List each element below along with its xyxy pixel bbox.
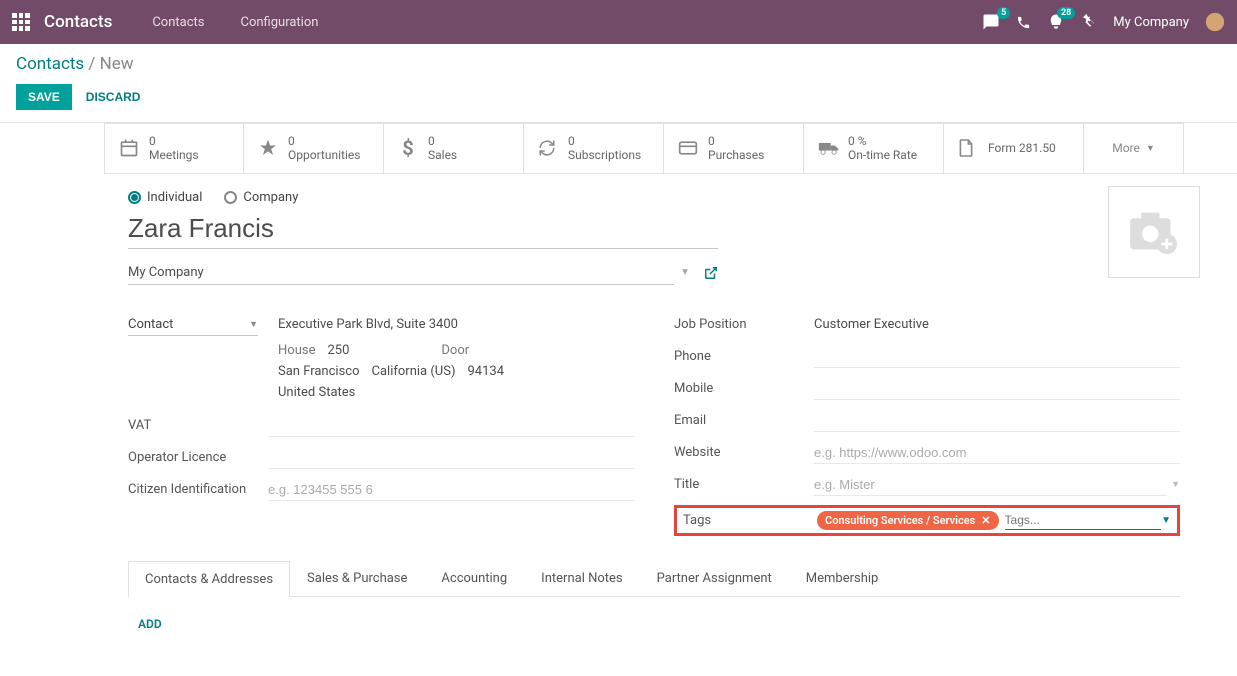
operator-input[interactable] [268,447,634,469]
tags-input[interactable] [1005,511,1162,530]
messaging-icon[interactable]: 5 [982,13,1000,31]
phone-icon[interactable] [1016,15,1031,30]
stat-subscriptions[interactable]: 0Subscriptions [524,123,664,173]
tag-remove-icon[interactable]: ✕ [981,514,990,527]
activities-badge: 28 [1057,7,1075,19]
house-value[interactable]: 250 [327,343,349,358]
website-input[interactable] [814,442,1180,464]
email-input[interactable] [814,410,1180,432]
street-value[interactable]: Executive Park Blvd, Suite 3400 [278,317,634,332]
country-value[interactable]: United States [278,385,355,400]
chevron-down-icon[interactable]: ▼ [1161,515,1171,526]
messaging-badge: 5 [997,7,1010,19]
zip-value[interactable]: 94134 [467,364,504,379]
external-link-icon[interactable] [704,266,718,280]
breadcrumb-current: New [100,54,134,74]
radio-company[interactable]: Company [224,190,298,205]
phone-label: Phone [674,349,814,364]
vat-input[interactable] [268,415,634,437]
calendar-icon [119,138,139,158]
tab-sales-purchase[interactable]: Sales & Purchase [290,560,424,596]
vat-label: VAT [128,418,268,433]
title-input[interactable] [814,474,1167,496]
tabs: Contacts & Addresses Sales & Purchase Ac… [128,560,1180,597]
tab-internal-notes[interactable]: Internal Notes [524,560,639,596]
stat-meetings[interactable]: 0Meetings [104,123,244,173]
settings-icon[interactable] [1081,14,1097,30]
stat-purchases[interactable]: 0Purchases [664,123,804,173]
form-sheet: Individual Company My Company ▼ Contact … [104,174,1204,676]
operator-label: Operator Licence [128,450,268,465]
phone-input[interactable] [814,346,1180,368]
chevron-down-icon: ▼ [680,267,690,278]
radio-individual[interactable]: Individual [128,190,202,205]
file-icon [958,138,978,158]
email-label: Email [674,413,814,428]
nav-link-contacts[interactable]: Contacts [138,15,218,30]
stat-row: 0Meetings 0Opportunities $ 0Sales 0Subsc… [104,123,1237,174]
user-avatar[interactable] [1205,12,1225,32]
add-button[interactable]: ADD [138,617,162,631]
app-brand: Contacts [44,12,112,32]
state-value[interactable]: California (US) [372,364,456,379]
nav-link-configuration[interactable]: Configuration [226,15,332,30]
website-label: Website [674,445,814,460]
stat-form281[interactable]: Form 281.50 [944,123,1084,173]
chevron-down-icon: ▼ [1171,479,1180,490]
title-label: Title [674,477,814,492]
radio-unchecked-icon [224,191,237,204]
card-icon [678,140,698,156]
citizen-label: Citizen Identification [128,482,268,497]
control-panel: Contacts / New SAVE DISCARD [0,44,1237,123]
truck-icon [818,140,838,156]
tag-chip[interactable]: Consulting Services / Services ✕ [817,511,999,530]
company-switcher[interactable]: My Company [1113,15,1189,30]
activities-icon[interactable]: 28 [1047,13,1065,31]
radio-checked-icon [128,191,141,204]
tab-partner-assignment[interactable]: Partner Assignment [640,560,789,596]
address-type-select[interactable]: Contact ▼ [128,314,258,336]
chevron-down-icon: ▼ [249,319,258,330]
name-input[interactable] [128,211,718,249]
star-icon [258,138,278,158]
stat-ontime[interactable]: 0 %On-time Rate [804,123,944,173]
breadcrumb-root[interactable]: Contacts [16,54,84,74]
navbar: Contacts Contacts Configuration 5 28 My … [0,0,1237,44]
chevron-down-icon: ▼ [1146,143,1155,154]
save-button[interactable]: SAVE [16,84,72,110]
tab-contacts-addresses[interactable]: Contacts & Addresses [128,561,290,597]
stat-sales[interactable]: $ 0Sales [384,123,524,173]
job-label: Job Position [674,317,814,332]
tags-field-highlight: Tags Consulting Services / Services ✕ ▼ [674,505,1180,536]
tab-membership[interactable]: Membership [789,560,896,596]
dollar-icon: $ [398,136,418,160]
mobile-input[interactable] [814,378,1180,400]
apps-icon[interactable] [12,13,30,31]
citizen-input[interactable] [268,479,634,501]
breadcrumb: Contacts / New [16,54,1221,74]
company-select[interactable]: My Company [128,261,674,285]
image-upload[interactable] [1108,186,1200,278]
stat-more[interactable]: More ▼ [1084,123,1184,173]
discard-button[interactable]: DISCARD [86,90,141,104]
city-value[interactable]: San Francisco [278,364,360,379]
refresh-icon [538,139,558,157]
mobile-label: Mobile [674,381,814,396]
stat-opportunities[interactable]: 0Opportunities [244,123,384,173]
tab-accounting[interactable]: Accounting [424,560,524,596]
job-value[interactable]: Customer Executive [814,317,1180,332]
tags-label: Tags [683,513,817,528]
